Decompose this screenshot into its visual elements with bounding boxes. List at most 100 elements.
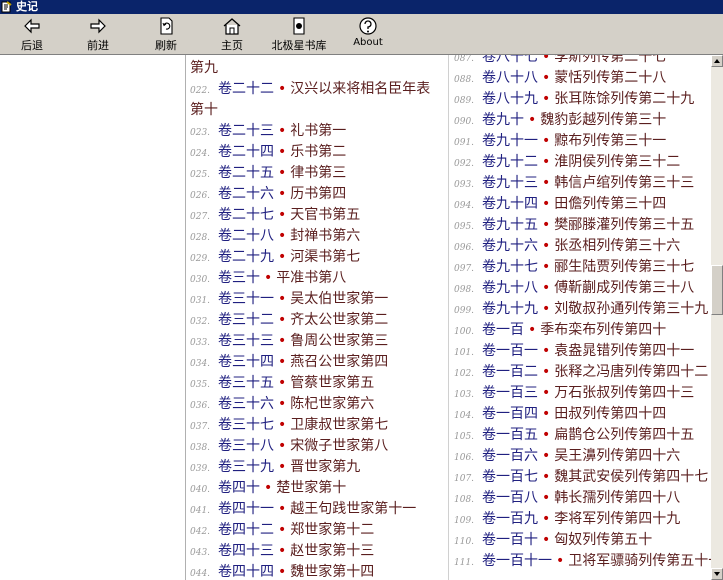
chapter-link[interactable]: 027. 卷二十七 • 天官书第五 [190, 205, 448, 226]
chapter-link[interactable]: 095. 卷九十五 • 樊郦滕灌列传第三十五 [454, 215, 711, 236]
volume-label: 卷二十五 [218, 165, 274, 181]
bullet-separator: • [278, 228, 287, 244]
chapter-link[interactable]: 037. 卷三十七 • 卫康叔世家第七 [190, 415, 448, 436]
volume-label: 卷九十八 [482, 280, 538, 296]
vertical-scrollbar[interactable] [711, 55, 723, 580]
chapter-number: 109. [454, 516, 475, 526]
chapter-title: 赵世家第十三 [290, 543, 375, 559]
chapter-title-continuation[interactable]: 第十 [190, 100, 448, 121]
chapter-title-continuation[interactable]: 第九 [190, 58, 448, 79]
chapter-link[interactable]: 102. 卷一百二 • 张释之冯唐列传第四十二 [454, 362, 711, 383]
volume-label: 卷三十三 [218, 333, 274, 349]
volume-label: 卷二十四 [218, 144, 274, 160]
chapter-title: 天官书第五 [290, 207, 361, 223]
volume-label: 卷三十九 [218, 459, 274, 475]
chapter-link[interactable]: 098. 卷九十八 • 傅靳蒯成列传第三十八 [454, 278, 711, 299]
chapter-link[interactable]: 028. 卷二十八 • 封禅书第六 [190, 226, 448, 247]
navigation-pane[interactable] [0, 55, 186, 580]
chapter-link[interactable]: 104. 卷一百四 • 田叔列传第四十四 [454, 404, 711, 425]
volume-label: 卷八十九 [482, 91, 538, 107]
chapter-link[interactable]: 031. 卷三十一 • 吴太伯世家第一 [190, 289, 448, 310]
chapter-number: 103. [454, 390, 475, 400]
chapter-link[interactable]: 036. 卷三十六 • 陈杞世家第六 [190, 394, 448, 415]
chapter-title: 田叔列传第四十四 [554, 406, 667, 422]
chapter-link[interactable]: 023. 卷二十三 • 礼书第一 [190, 121, 448, 142]
bullet-separator: • [278, 144, 287, 160]
chapter-link[interactable]: 106. 卷一百六 • 吴王濞列传第四十六 [454, 446, 711, 467]
chapter-link[interactable]: 033. 卷三十三 • 鲁周公世家第三 [190, 331, 448, 352]
chapter-link[interactable]: 100. 卷一百 • 季布栾布列传第四十 [454, 320, 711, 341]
chapter-link[interactable]: 110. 卷一百十 • 匈奴列传第五十 [454, 530, 711, 551]
chapter-link[interactable]: 026. 卷二十六 • 历书第四 [190, 184, 448, 205]
chapter-link[interactable]: 097. 卷九十七 • 郦生陆贾列传第三十七 [454, 257, 711, 278]
chapter-link[interactable]: 091. 卷九十一 • 黥布列传第三十一 [454, 131, 711, 152]
bullet-separator: • [542, 343, 551, 359]
back-button[interactable]: 后退 [14, 16, 50, 54]
forward-button[interactable]: 前进 [80, 16, 116, 54]
chapter-link[interactable]: 088. 卷八十八 • 蒙恬列传第二十八 [454, 68, 711, 89]
chapter-link[interactable]: 101. 卷一百一 • 袁盎晁错列传第四十一 [454, 341, 711, 362]
chapter-title: 蒙恬列传第二十八 [554, 70, 667, 86]
bullet-separator: • [278, 249, 287, 265]
chapter-link[interactable]: 025. 卷二十五 • 律书第三 [190, 163, 448, 184]
chapter-link[interactable]: 022. 卷二十二 • 汉兴以来将相名臣年表 [190, 79, 448, 100]
chapter-link[interactable]: 034. 卷三十四 • 燕召公世家第四 [190, 352, 448, 373]
scroll-thumb[interactable] [711, 265, 723, 315]
scroll-down-button[interactable] [711, 568, 723, 580]
chapter-link[interactable]: 040. 卷四十 • 楚世家第十 [190, 478, 448, 499]
chapter-number: 106. [454, 453, 475, 463]
chapter-link[interactable]: 042. 卷四十二 • 郑世家第十二 [190, 520, 448, 541]
chapter-link[interactable]: 103. 卷一百三 • 万石张叔列传第四十三 [454, 383, 711, 404]
chapter-link[interactable]: 111. 卷一百十一 • 卫将军骠骑列传第五十一 [454, 551, 711, 572]
chapter-link[interactable]: 087. 卷八十七 • 李斯列传第二十七 [454, 55, 711, 68]
chapter-title: 魏世家第十四 [290, 564, 375, 580]
chapter-link[interactable]: 108. 卷一百八 • 韩长孺列传第四十八 [454, 488, 711, 509]
scroll-up-button[interactable] [711, 55, 723, 67]
chapter-link[interactable]: 029. 卷二十九 • 河渠书第七 [190, 247, 448, 268]
chapter-link[interactable]: 041. 卷四十一 • 越王句践世家第十一 [190, 499, 448, 520]
refresh-button[interactable]: 刷新 [148, 16, 184, 54]
volume-label: 卷四十二 [218, 522, 274, 538]
forward-label: 前进 [87, 39, 109, 52]
bullet-separator: • [542, 70, 551, 86]
volume-label: 卷一百九 [482, 511, 538, 527]
chapter-link[interactable]: 024. 卷二十四 • 乐书第二 [190, 142, 448, 163]
bullet-separator: • [278, 81, 287, 97]
chapter-link[interactable]: 093. 卷九十三 • 韩信卢绾列传第三十三 [454, 173, 711, 194]
chapter-link[interactable]: 039. 卷三十九 • 晋世家第九 [190, 457, 448, 478]
chapter-number: 022. [190, 86, 211, 96]
bullet-separator: • [542, 469, 551, 485]
chapter-title: 张释之冯唐列传第四十二 [554, 364, 709, 380]
chapter-link[interactable]: 038. 卷三十八 • 宋微子世家第八 [190, 436, 448, 457]
refresh-label: 刷新 [155, 39, 177, 52]
contents-column-right: 087. 卷八十七 • 李斯列传第二十七 088. 卷八十八 • 蒙恬列传第二十八 089. 卷八… [454, 55, 711, 572]
chapter-number: 095. [454, 222, 475, 232]
chapter-link[interactable]: 092. 卷九十二 • 淮阴侯列传第三十二 [454, 152, 711, 173]
chapter-title: 第十 [190, 102, 218, 118]
library-button[interactable]: 北极星书库 [266, 16, 332, 54]
bullet-separator: • [542, 196, 551, 212]
chapter-link[interactable]: 109. 卷一百九 • 李将军列传第四十九 [454, 509, 711, 530]
chapter-link[interactable]: 094. 卷九十四 • 田儋列传第三十四 [454, 194, 711, 215]
forward-arrow-icon [90, 18, 106, 34]
chapter-title: 卫康叔世家第七 [290, 417, 389, 433]
chapter-link[interactable]: 089. 卷八十九 • 张耳陈馀列传第二十九 [454, 89, 711, 110]
chapter-link[interactable]: 044. 卷四十四 • 魏世家第十四 [190, 562, 448, 580]
chapter-link[interactable]: 030. 卷三十 • 平准书第八 [190, 268, 448, 289]
chapter-link[interactable]: 105. 卷一百五 • 扁鹊仓公列传第四十五 [454, 425, 711, 446]
volume-label: 卷一百八 [482, 490, 538, 506]
home-button[interactable]: 主页 [214, 16, 250, 54]
chapter-link[interactable]: 043. 卷四十三 • 赵世家第十三 [190, 541, 448, 562]
chapter-link[interactable]: 035. 卷三十五 • 管蔡世家第五 [190, 373, 448, 394]
about-button[interactable]: About [348, 16, 388, 54]
volume-label: 卷三十五 [218, 375, 274, 391]
home-label: 主页 [221, 39, 243, 52]
chapter-link[interactable]: 096. 卷九十六 • 张丞相列传第三十六 [454, 236, 711, 257]
bullet-separator: • [542, 91, 551, 107]
bullet-separator: • [542, 133, 551, 149]
chapter-link[interactable]: 107. 卷一百七 • 魏其武安侯列传第四十七 [454, 467, 711, 488]
chapter-link[interactable]: 090. 卷九十 • 魏豹彭越列传第三十 [454, 110, 711, 131]
back-arrow-icon [24, 18, 40, 34]
chapter-link[interactable]: 099. 卷九十九 • 刘敬叔孙通列传第三十九 [454, 299, 711, 320]
chapter-link[interactable]: 032. 卷三十二 • 齐太公世家第二 [190, 310, 448, 331]
